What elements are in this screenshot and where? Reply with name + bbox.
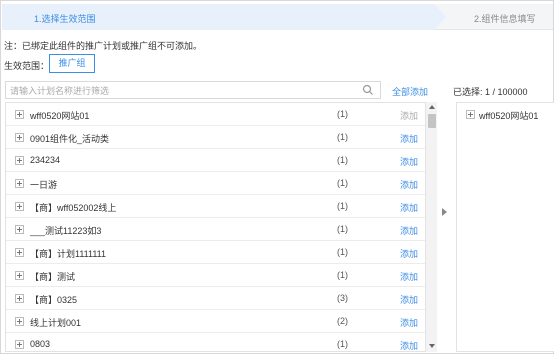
plan-list: wff0520网站01 (1) 添加 0901组件化_活动类 (1) 添加 234234 (1… xyxy=(5,102,426,352)
expand-icon[interactable] xyxy=(15,294,24,303)
search-box xyxy=(5,81,381,99)
expand-icon[interactable] xyxy=(15,317,24,326)
scroll-up-icon[interactable] xyxy=(429,105,435,109)
add-link[interactable]: 添加 xyxy=(400,270,418,283)
group-count: (1) xyxy=(337,224,348,234)
plan-name: 【商】计划1111111 xyxy=(30,249,107,259)
add-link[interactable]: 添加 xyxy=(400,155,418,168)
selected-count-label: 已选择: 1 / 100000 xyxy=(453,87,528,97)
group-count: (2) xyxy=(337,316,348,326)
selected-list: wff0520网站01 xyxy=(456,102,554,352)
expand-icon[interactable] xyxy=(15,179,24,188)
scroll-thumb[interactable] xyxy=(428,114,436,128)
group-count: (1) xyxy=(337,201,348,211)
plan-row: 234234 (1) 添加 xyxy=(6,149,425,172)
plan-row: 0901组件化_活动类 (1) 添加 xyxy=(6,126,425,149)
plan-name: 【商】测试 xyxy=(30,272,76,282)
add-link[interactable]: 添加 xyxy=(400,201,418,214)
add-link[interactable]: 添加 xyxy=(400,293,418,306)
list-scrollbar[interactable] xyxy=(425,102,437,352)
plan-name: 线上计划001 xyxy=(30,318,82,328)
plan-row: wff0520网站01 (1) 添加 xyxy=(6,103,425,126)
plan-name: 一日游 xyxy=(30,180,58,190)
expand-icon[interactable] xyxy=(466,110,475,119)
step-arrow xyxy=(434,4,446,30)
step-progress-bar: 1.选择生效范围 2.组件信息填写 xyxy=(2,4,553,30)
plan-name: 【商】wff052002线上 xyxy=(30,203,117,213)
selected-item-name: wff0520网站01 xyxy=(479,111,539,121)
plan-name: ___测试11223如3 xyxy=(30,226,102,236)
add-link[interactable]: 添加 xyxy=(400,178,418,191)
add-all-link[interactable]: 全部添加 xyxy=(392,85,428,98)
expand-icon[interactable] xyxy=(15,133,24,142)
plan-name: 0901组件化_活动类 xyxy=(30,134,110,144)
add-link[interactable]: 添加 xyxy=(400,339,418,351)
step-2-label: 2.组件信息填写 xyxy=(474,14,536,24)
group-count: (1) xyxy=(337,247,348,257)
plan-row: 【商】测试 (1) 添加 xyxy=(6,264,425,287)
group-count: (1) xyxy=(337,339,348,349)
group-count: (1) xyxy=(337,270,348,280)
scope-ad-group-button[interactable]: 推广组 xyxy=(49,54,95,73)
expand-icon[interactable] xyxy=(15,340,24,349)
plan-name: 234234 xyxy=(30,155,61,165)
expand-icon[interactable] xyxy=(15,271,24,280)
group-count: (1) xyxy=(337,132,348,142)
plan-name: wff0520网站01 xyxy=(30,111,90,121)
scroll-down-icon[interactable] xyxy=(429,344,435,348)
group-count: (1) xyxy=(337,109,348,119)
plan-row: ___测试11223如3 (1) 添加 xyxy=(6,218,425,241)
plan-name: 0803 xyxy=(30,339,51,349)
expand-icon[interactable] xyxy=(15,248,24,257)
search-icon[interactable] xyxy=(362,84,374,96)
plan-row: 线上计划001 (2) 添加 xyxy=(6,310,425,333)
plan-row: 【商】0325 (3) 添加 xyxy=(6,287,425,310)
group-count: (1) xyxy=(337,178,348,188)
binding-note: 注：已绑定此组件的推广计划或推广组不可添加。 xyxy=(4,41,203,51)
expand-icon[interactable] xyxy=(15,202,24,211)
selected-item: wff0520网站01 xyxy=(457,103,554,126)
plan-name: 【商】0325 xyxy=(30,295,78,305)
scope-label: 生效范围： xyxy=(4,61,50,71)
search-input[interactable] xyxy=(10,84,350,97)
plan-row: 【商】计划1111111 (1) 添加 xyxy=(6,241,425,264)
plan-row: 【商】wff052002线上 (1) 添加 xyxy=(6,195,425,218)
plan-row: 0803 (1) 添加 xyxy=(6,333,425,351)
add-link[interactable]: 添加 xyxy=(400,316,418,329)
expand-icon[interactable] xyxy=(15,225,24,234)
add-link: 添加 xyxy=(400,111,419,121)
plan-row: 一日游 (1) 添加 xyxy=(6,172,425,195)
group-count: (1) xyxy=(337,155,348,165)
group-count: (3) xyxy=(337,293,348,303)
step-1-label: 1.选择生效范围 xyxy=(34,14,96,24)
expand-icon[interactable] xyxy=(15,110,24,119)
component-dialog: 1.选择生效范围 2.组件信息填写 注：已绑定此组件的推广计划或推广组不可添加。… xyxy=(0,0,554,354)
add-link[interactable]: 添加 xyxy=(400,247,418,260)
expand-icon[interactable] xyxy=(15,156,24,165)
add-link[interactable]: 添加 xyxy=(400,132,418,145)
transfer-arrow-icon[interactable] xyxy=(442,208,447,216)
add-link[interactable]: 添加 xyxy=(400,224,418,237)
